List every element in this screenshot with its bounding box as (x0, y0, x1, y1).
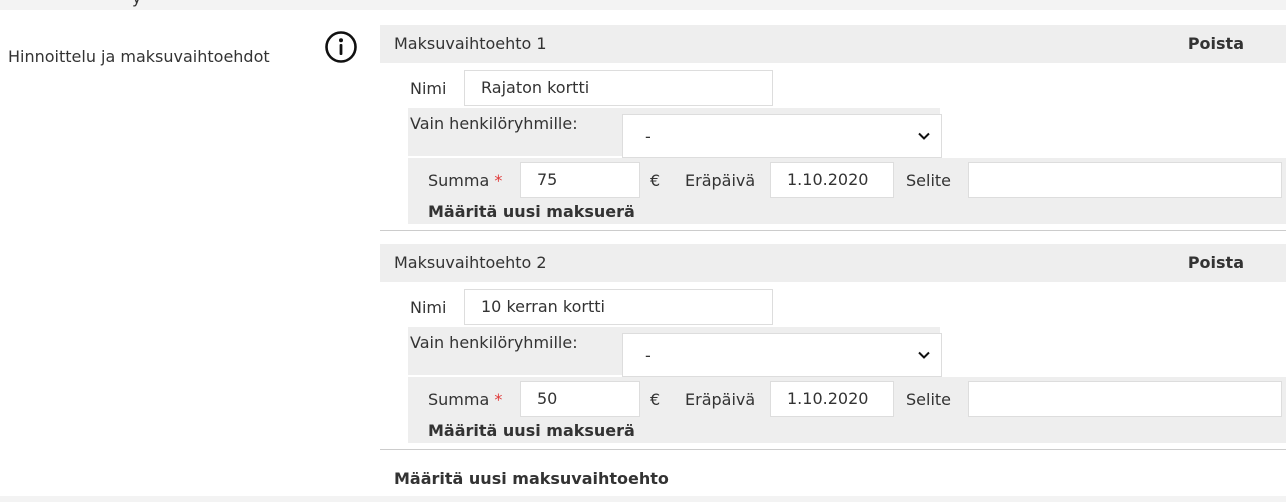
required-marker: * (494, 390, 503, 409)
amount-input[interactable]: 50 (520, 381, 640, 417)
due-date-label: Eräpäivä (685, 171, 756, 190)
payment-option-title: Maksuvaihtoehto 2 (394, 253, 547, 272)
amount-label: Summa * (428, 171, 503, 190)
top-strip: y (0, 0, 1286, 10)
groups-select-value: - (645, 346, 651, 365)
name-input[interactable]: 10 kerran kortti (464, 289, 773, 325)
add-installment-link[interactable]: Määritä uusi maksuerä (428, 202, 635, 221)
required-marker: * (494, 171, 503, 190)
payment-option-2: Maksuvaihtoehto 2 Poista Nimi 10 kerran … (380, 244, 1286, 450)
amount-label: Summa * (428, 390, 503, 409)
remove-option-button[interactable]: Poista (1188, 34, 1244, 53)
remove-option-button[interactable]: Poista (1188, 253, 1244, 272)
groups-select[interactable]: - (622, 114, 942, 158)
option-divider (380, 230, 1286, 231)
name-label: Nimi (410, 79, 447, 98)
due-date-input[interactable]: 1.10.2020 (770, 162, 894, 198)
payment-option-header: Maksuvaihtoehto 2 Poista (380, 244, 1286, 282)
groups-label: Vain henkilöryhmille: (410, 114, 578, 133)
add-installment-link[interactable]: Määritä uusi maksuerä (428, 421, 635, 440)
groups-select-value: - (645, 127, 651, 146)
section-label: Hinnoittelu ja maksuvaihtoehdot (8, 47, 270, 66)
description-input[interactable] (968, 381, 1282, 417)
currency-label: € (650, 390, 661, 409)
payment-option-title: Maksuvaihtoehto 1 (394, 34, 547, 53)
add-payment-option-link[interactable]: Määritä uusi maksuvaihtoehto (394, 469, 669, 488)
chevron-down-icon (918, 132, 930, 140)
groups-label: Vain henkilöryhmille: (410, 333, 578, 352)
bottom-strip (0, 496, 1286, 502)
previous-section-fragment: y (132, 0, 141, 7)
info-icon[interactable] (324, 30, 358, 64)
description-label: Selite (906, 390, 952, 409)
description-input[interactable] (968, 162, 1282, 198)
groups-select[interactable]: - (622, 333, 942, 377)
installment-row: Summa * 50 € Eräpäivä 1.10.2020 Selite M… (408, 377, 1286, 443)
name-input[interactable]: Rajaton kortti (464, 70, 773, 106)
chevron-down-icon (918, 351, 930, 359)
group-restriction-row: Vain henkilöryhmille: - (408, 327, 942, 377)
name-label: Nimi (410, 298, 447, 317)
payment-option-header: Maksuvaihtoehto 1 Poista (380, 25, 1286, 63)
installment-row: Summa * 75 € Eräpäivä 1.10.2020 Selite M… (408, 158, 1286, 224)
amount-input[interactable]: 75 (520, 162, 640, 198)
due-date-label: Eräpäivä (685, 390, 756, 409)
description-label: Selite (906, 171, 952, 190)
group-restriction-row: Vain henkilöryhmille: - (408, 108, 942, 158)
option-divider (380, 449, 1286, 450)
due-date-input[interactable]: 1.10.2020 (770, 381, 894, 417)
payment-option-1: Maksuvaihtoehto 1 Poista Nimi Rajaton ko… (380, 25, 1286, 231)
currency-label: € (650, 171, 661, 190)
